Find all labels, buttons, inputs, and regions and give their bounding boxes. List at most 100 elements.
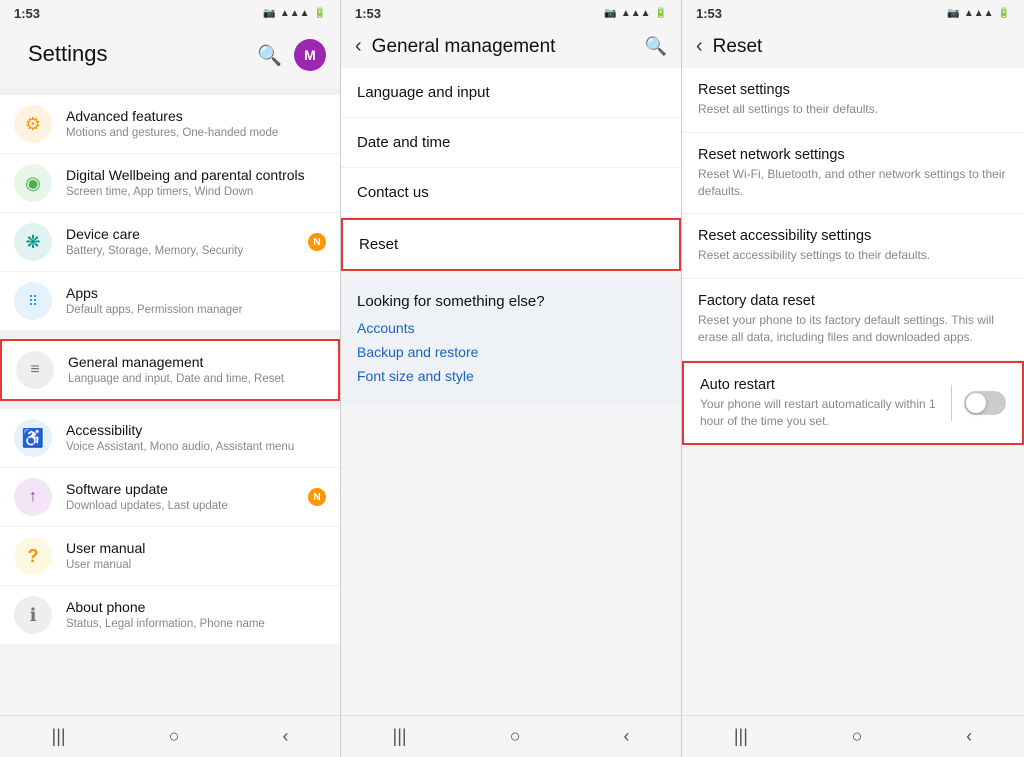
header-icons: 🔍 M <box>257 39 326 71</box>
looking-title: Looking for something else? <box>357 293 665 310</box>
toggle-knob <box>966 393 986 413</box>
back-arrow-middle[interactable]: ‹ <box>355 35 362 58</box>
nav-home-middle[interactable]: ○ <box>510 726 521 747</box>
reset-settings-title: Reset settings <box>698 82 1008 98</box>
avatar[interactable]: M <box>294 39 326 71</box>
setting-item-digital-wellbeing[interactable]: ◉ Digital Wellbeing and parental control… <box>0 154 340 213</box>
about-phone-sub: Status, Legal information, Phone name <box>66 617 265 632</box>
status-bar-middle: 1:53 📷 ▲▲▲ 🔋 <box>341 0 681 25</box>
reset-settings-item[interactable]: Reset settings Reset all settings to the… <box>682 68 1024 133</box>
apps-sub: Default apps, Permission manager <box>66 303 242 318</box>
battery-icon-r: 🔋 <box>998 8 1010 19</box>
search-icon[interactable]: 🔍 <box>257 43 282 68</box>
software-update-badge: N <box>308 488 326 506</box>
nav-back-right[interactable]: ‹ <box>966 726 972 747</box>
setting-item-advanced-features[interactable]: ⚙ Advanced features Motions and gestures… <box>0 95 340 154</box>
reset-accessibility-sub: Reset accessibility settings to their de… <box>698 247 1008 264</box>
nav-menu-right[interactable]: ||| <box>734 726 748 747</box>
time-left: 1:53 <box>14 6 40 21</box>
camera-icon: 📷 <box>263 8 275 19</box>
menu-reset[interactable]: Reset <box>341 218 681 271</box>
reset-network-item[interactable]: Reset network settings Reset Wi-Fi, Blue… <box>682 133 1024 215</box>
reset-accessibility-title: Reset accessibility settings <box>698 228 1008 244</box>
about-phone-title: About phone <box>66 598 265 616</box>
menu-language-input[interactable]: Language and input <box>341 68 681 118</box>
setting-item-apps[interactable]: ⠿ Apps Default apps, Permission manager <box>0 272 340 331</box>
software-update-sub: Download updates, Last update <box>66 499 228 514</box>
device-care-icon: ❋ <box>14 223 52 261</box>
general-management-menu: Language and input Date and time Contact… <box>341 68 681 271</box>
middle-panel: 1:53 📷 ▲▲▲ 🔋 ‹ General management 🔍 Lang… <box>341 0 682 757</box>
digital-wellbeing-title: Digital Wellbeing and parental controls <box>66 166 305 184</box>
nav-home-right[interactable]: ○ <box>852 726 863 747</box>
reset-accessibility-item[interactable]: Reset accessibility settings Reset acces… <box>682 214 1024 279</box>
toggle-divider <box>951 385 952 421</box>
menu-contact-us[interactable]: Contact us <box>341 168 681 218</box>
left-panel: 1:53 📷 ▲▲▲ 🔋 Settings 🔍 M ⚙ Advanced fea… <box>0 0 341 757</box>
back-header-middle: ‹ General management 🔍 <box>341 25 681 68</box>
general-management-icon: ≡ <box>16 351 54 389</box>
general-management-title: General management <box>68 353 284 371</box>
device-care-sub: Battery, Storage, Memory, Security <box>66 244 243 259</box>
device-care-badge: N <box>308 233 326 251</box>
middle-title: General management <box>372 36 645 58</box>
signal-icon-m: ▲▲▲ <box>621 8 651 19</box>
user-manual-title: User manual <box>66 539 145 557</box>
back-header-right: ‹ Reset <box>682 25 1024 68</box>
setting-item-software-update[interactable]: ↑ Software update Download updates, Last… <box>0 468 340 527</box>
status-icons-middle: 📷 ▲▲▲ 🔋 <box>604 8 667 19</box>
time-middle: 1:53 <box>355 6 381 21</box>
settings-title: Settings <box>14 33 122 77</box>
battery-icon-m: 🔋 <box>655 8 667 19</box>
status-bar-right: 1:53 📷 ▲▲▲ 🔋 <box>682 0 1024 25</box>
time-right: 1:53 <box>696 6 722 21</box>
factory-reset-item[interactable]: Factory data reset Reset your phone to i… <box>682 279 1024 361</box>
user-manual-sub: User manual <box>66 558 145 573</box>
auto-restart-toggle-wrap <box>951 385 1006 421</box>
reset-title: Reset <box>713 36 1010 58</box>
advanced-features-title: Advanced features <box>66 107 278 125</box>
factory-reset-sub: Reset your phone to its factory default … <box>698 312 1008 346</box>
digital-wellbeing-icon: ◉ <box>14 164 52 202</box>
nav-menu-middle[interactable]: ||| <box>393 726 407 747</box>
nav-bar-left: ||| ○ ‹ <box>0 715 340 757</box>
camera-icon-r: 📷 <box>947 8 959 19</box>
auto-restart-title: Auto restart <box>700 377 951 393</box>
nav-back-middle[interactable]: ‹ <box>623 726 629 747</box>
apps-icon: ⠿ <box>14 282 52 320</box>
accessibility-sub: Voice Assistant, Mono audio, Assistant m… <box>66 440 294 455</box>
nav-back-left[interactable]: ‹ <box>282 726 288 747</box>
accessibility-title: Accessibility <box>66 421 294 439</box>
link-font-size[interactable]: Font size and style <box>357 368 665 384</box>
nav-menu-left[interactable]: ||| <box>52 726 66 747</box>
camera-icon-m: 📷 <box>604 8 616 19</box>
settings-list: ⚙ Advanced features Motions and gestures… <box>0 87 340 715</box>
reset-network-title: Reset network settings <box>698 147 1008 163</box>
reset-settings-sub: Reset all settings to their defaults. <box>698 101 1008 118</box>
app-header-left: Settings 🔍 M <box>0 25 340 87</box>
nav-home-left[interactable]: ○ <box>169 726 180 747</box>
back-arrow-right[interactable]: ‹ <box>696 35 703 58</box>
search-icon-middle[interactable]: 🔍 <box>645 36 667 57</box>
auto-restart-toggle[interactable] <box>964 391 1006 415</box>
setting-item-user-manual[interactable]: ? User manual User manual <box>0 527 340 586</box>
setting-item-about-phone[interactable]: ℹ About phone Status, Legal information,… <box>0 586 340 645</box>
auto-restart-item[interactable]: Auto restart Your phone will restart aut… <box>682 361 1024 446</box>
about-phone-icon: ℹ <box>14 596 52 634</box>
right-panel: 1:53 📷 ▲▲▲ 🔋 ‹ Reset Reset settings Rese… <box>682 0 1024 757</box>
setting-item-accessibility[interactable]: ♿ Accessibility Voice Assistant, Mono au… <box>0 409 340 468</box>
accessibility-icon: ♿ <box>14 419 52 457</box>
advanced-features-sub: Motions and gestures, One-handed mode <box>66 126 278 141</box>
signal-icon-r: ▲▲▲ <box>964 8 994 19</box>
user-manual-icon: ? <box>14 537 52 575</box>
setting-item-device-care[interactable]: ❋ Device care Battery, Storage, Memory, … <box>0 213 340 272</box>
link-accounts[interactable]: Accounts <box>357 320 665 336</box>
reset-network-sub: Reset Wi-Fi, Bluetooth, and other networ… <box>698 166 1008 200</box>
link-backup-restore[interactable]: Backup and restore <box>357 344 665 360</box>
menu-date-time[interactable]: Date and time <box>341 118 681 168</box>
factory-reset-title: Factory data reset <box>698 293 1008 309</box>
status-bar-left: 1:53 📷 ▲▲▲ 🔋 <box>0 0 340 25</box>
battery-icon: 🔋 <box>314 8 326 19</box>
setting-item-general-management[interactable]: ≡ General management Language and input,… <box>0 339 340 401</box>
status-icons-left: 📷 ▲▲▲ 🔋 <box>263 8 326 19</box>
